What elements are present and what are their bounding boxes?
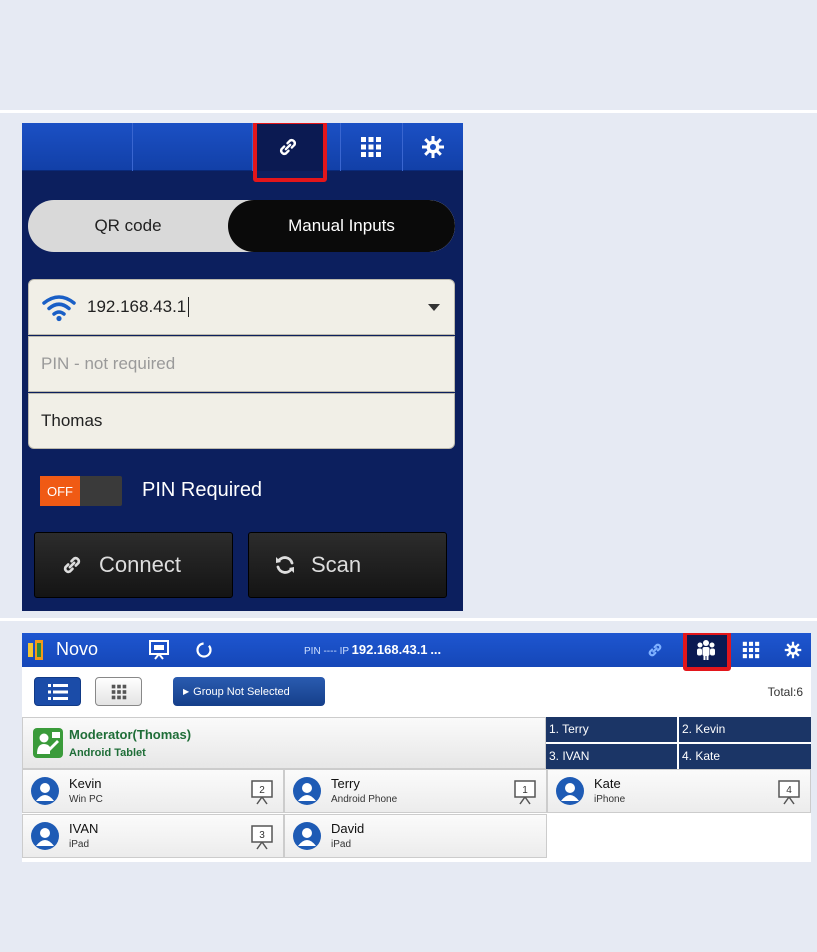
group-select-label: Group Not Selected	[193, 685, 290, 698]
user-avatar-icon	[556, 777, 584, 805]
link-icon	[63, 556, 81, 574]
scan-label: Scan	[311, 552, 362, 577]
novo-logo-icon	[28, 640, 43, 660]
user-avatar-icon	[31, 822, 59, 850]
moderator-name: Moderator(Thomas)	[69, 727, 192, 742]
svg-text:2: 2	[259, 785, 265, 796]
participant-device: iPad	[69, 839, 90, 850]
slot-4[interactable]: 4. Kate	[679, 744, 811, 769]
presenter-slots: 1. Terry 2. Kevin 3. IVAN 4. Kate	[546, 717, 811, 769]
presentation-icon[interactable]	[149, 640, 169, 660]
connect-button[interactable]: Connect	[34, 532, 233, 598]
connect-label: Connect	[99, 552, 181, 577]
participant-name: Terry	[331, 776, 360, 791]
presentation-screen-icon[interactable]: 1	[514, 779, 536, 805]
participant-device: iPhone	[594, 794, 626, 805]
ip-address-value: 192.168.43.1	[87, 297, 187, 316]
participant-device: Win PC	[69, 794, 103, 805]
phone-toolbar	[22, 123, 463, 171]
phone-connection-screen: QR code Manual Inputs 192.168.43.1 PIN -…	[22, 123, 463, 611]
user-avatar-icon	[31, 777, 59, 805]
svg-text:4: 4	[786, 785, 792, 796]
slot-3[interactable]: 3. IVAN	[546, 744, 677, 769]
grid-icon[interactable]	[340, 123, 402, 171]
play-arrow-icon: ▶	[183, 687, 190, 696]
ip-address-field[interactable]: 192.168.43.1	[28, 279, 455, 335]
text-cursor	[188, 297, 190, 317]
svg-text:3: 3	[259, 830, 265, 841]
user-avatar-icon	[293, 777, 321, 805]
participant-device: iPad	[331, 839, 352, 850]
pin-required-label: PIN Required	[142, 479, 263, 501]
moderator-device: Android Tablet	[69, 747, 146, 759]
presentation-screen-icon[interactable]: 3	[251, 824, 273, 850]
participant-name: David	[331, 821, 365, 836]
app-name: Novo	[56, 639, 99, 659]
pin-required-toggle[interactable]: OFF	[40, 476, 122, 506]
user-avatar-icon	[293, 822, 321, 850]
slot-1[interactable]: 1. Terry	[546, 717, 677, 742]
participant-name: Kevin	[69, 776, 102, 791]
participant-card[interactable]: David iPad	[284, 814, 547, 858]
scan-button[interactable]: Scan	[248, 532, 447, 598]
grid-view-button[interactable]	[95, 677, 142, 706]
pin-field[interactable]: PIN - not required	[28, 336, 455, 392]
divider-top	[0, 110, 817, 113]
divider-bottom	[0, 618, 817, 621]
moderator-icon	[33, 728, 63, 758]
grid-icon	[111, 684, 126, 699]
participant-device: Android Phone	[331, 794, 398, 805]
participant-name: Kate	[594, 776, 621, 791]
presentation-screen-icon[interactable]: 2	[251, 779, 273, 805]
slot-2[interactable]: 2. Kevin	[679, 717, 811, 742]
grid-icon[interactable]	[730, 633, 772, 667]
participant-card[interactable]: Kate iPhone 4	[547, 769, 811, 813]
refresh-icon	[276, 556, 294, 574]
group-select-button[interactable]: ▶ Group Not Selected	[173, 677, 325, 706]
sync-icon[interactable]	[195, 641, 213, 659]
participant-card[interactable]: Terry Android Phone 1	[284, 769, 547, 813]
list-icon	[47, 683, 68, 700]
tablet-moderator-screen: Novo PIN ---- IP 192.168.43.1 ... ▶ Grou…	[22, 633, 811, 862]
gear-icon[interactable]	[402, 123, 463, 171]
wifi-icon	[42, 295, 76, 322]
list-view-button[interactable]	[34, 677, 81, 706]
gear-icon[interactable]	[775, 633, 811, 667]
connection-info: PIN ---- IP 192.168.43.1 ...	[304, 642, 442, 657]
svg-text:1: 1	[522, 785, 528, 796]
moderator-card[interactable]: Moderator(Thomas) Android Tablet	[22, 717, 546, 769]
participant-card[interactable]: IVAN iPad 3	[22, 814, 284, 858]
total-count: Total:6	[767, 685, 803, 699]
highlight-link-box	[253, 123, 327, 182]
dropdown-caret-icon[interactable]	[428, 304, 440, 311]
link-icon[interactable]	[634, 633, 676, 667]
highlight-participants-box	[683, 633, 731, 671]
participant-card[interactable]: Kevin Win PC 2	[22, 769, 284, 813]
name-field[interactable]: Thomas	[28, 393, 455, 449]
toggle-state-label: OFF	[40, 476, 80, 506]
presentation-screen-icon[interactable]: 4	[778, 779, 800, 805]
tab-manual-inputs[interactable]: Manual Inputs	[228, 200, 455, 252]
tab-qr-code[interactable]: QR code	[28, 200, 228, 252]
input-mode-switch: QR code Manual Inputs	[28, 200, 455, 252]
participant-name: IVAN	[69, 821, 99, 836]
